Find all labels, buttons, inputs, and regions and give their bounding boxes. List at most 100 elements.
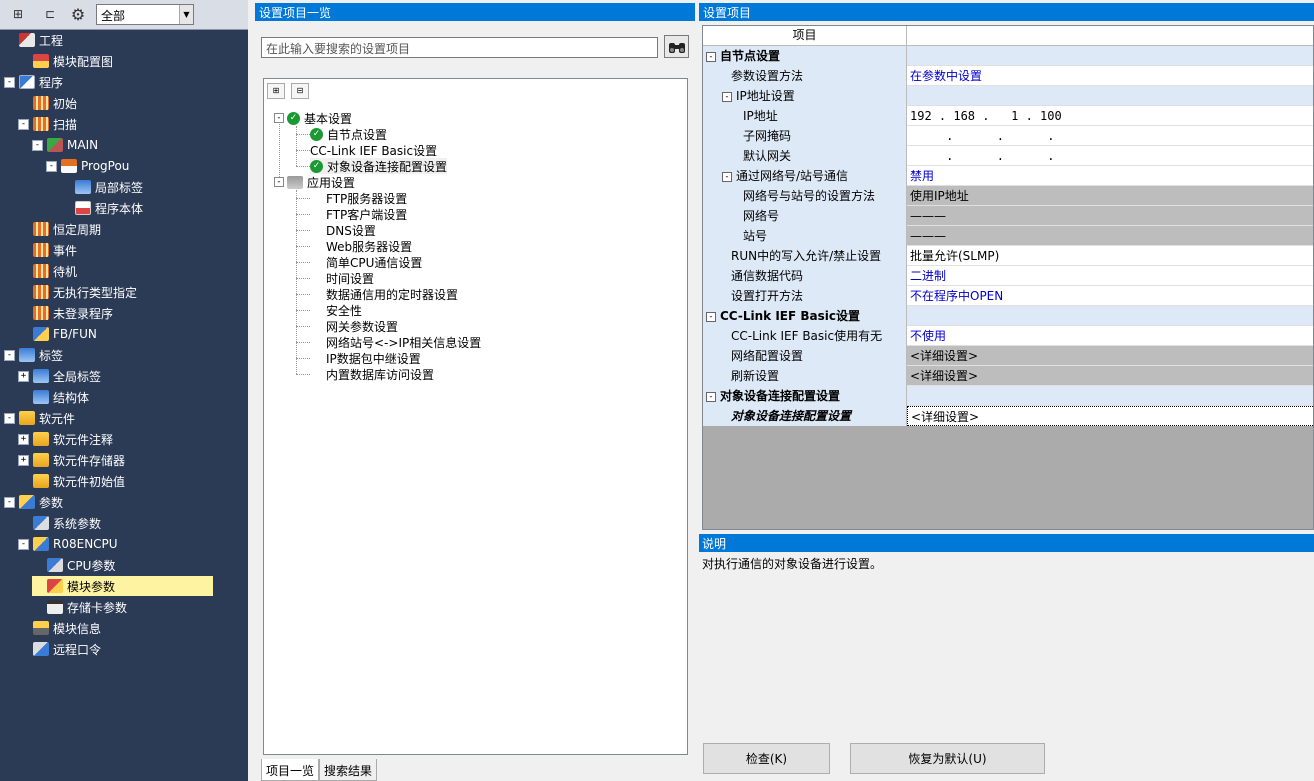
- expand-collapse-icon[interactable]: ⊞: [6, 3, 30, 25]
- expand-all-icon[interactable]: ⊞: [267, 83, 285, 99]
- setting-row[interactable]: 网络号与站号的设置方法 使用IP地址: [703, 186, 1313, 206]
- tree-node-app-child[interactable]: FTP服务器设置: [326, 190, 407, 206]
- search-button[interactable]: [664, 35, 689, 58]
- tree-node-application-settings[interactable]: - 应用设置: [274, 174, 355, 190]
- setting-value-cell[interactable]: ———: [907, 206, 1313, 226]
- setting-value-cell[interactable]: [907, 306, 1313, 326]
- filter-dropdown[interactable]: 全部 ▼: [96, 4, 194, 25]
- nav-item[interactable]: CPU参数: [32, 555, 115, 575]
- tab-item-list[interactable]: 项目一览: [261, 759, 320, 781]
- setting-value-cell[interactable]: 192 . 168 . 1 . 100: [907, 106, 1313, 126]
- setting-row[interactable]: CC-Link IEF Basic使用有无 不使用: [703, 326, 1313, 346]
- setting-value-cell[interactable]: 二进制: [907, 266, 1313, 286]
- collapse-icon[interactable]: -: [18, 118, 29, 130]
- check-button[interactable]: 检查(K): [703, 743, 830, 774]
- tree-node-app-child[interactable]: 安全性: [326, 302, 362, 318]
- nav-item[interactable]: FB/FUN: [18, 324, 97, 344]
- nav-item[interactable]: - 程序: [4, 72, 63, 92]
- nav-item[interactable]: 程序本体: [60, 198, 143, 218]
- setting-value-cell[interactable]: 使用IP地址: [907, 186, 1313, 206]
- tree-node-app-child[interactable]: DNS设置: [326, 222, 376, 238]
- setting-row[interactable]: 对象设备连接配置设置 <详细设置>: [703, 406, 1313, 426]
- setting-row[interactable]: RUN中的写入允许/禁止设置 批量允许(SLMP): [703, 246, 1313, 266]
- nav-item[interactable]: + 软元件存储器: [18, 450, 125, 470]
- tree-node-app-child[interactable]: FTP客户端设置: [326, 206, 407, 222]
- collapse-icon[interactable]: -: [4, 349, 15, 361]
- collapse-icon[interactable]: -: [722, 91, 732, 102]
- setting-value-cell[interactable]: 不使用: [907, 326, 1313, 346]
- setting-row[interactable]: 设置打开方法 不在程序中OPEN: [703, 286, 1313, 306]
- nav-item[interactable]: - ProgPou: [46, 156, 129, 176]
- restore-default-button[interactable]: 恢复为默认(U): [850, 743, 1045, 774]
- collapse-icon[interactable]: -: [18, 538, 29, 550]
- nav-item[interactable]: + 全局标签: [18, 366, 101, 386]
- setting-row[interactable]: - 对象设备连接配置设置: [703, 386, 1313, 406]
- setting-value-cell[interactable]: 批量允许(SLMP): [907, 246, 1313, 266]
- tree-node-app-child[interactable]: IP数据包中继设置: [326, 350, 421, 366]
- nav-item[interactable]: 存储卡参数: [32, 597, 127, 617]
- setting-value-cell[interactable]: <详细设置>: [907, 366, 1313, 386]
- setting-value-cell[interactable]: 在参数中设置: [907, 66, 1313, 86]
- collapse-icon[interactable]: -: [706, 391, 716, 402]
- nav-item[interactable]: 初始: [18, 93, 77, 113]
- setting-row[interactable]: 网络号 ———: [703, 206, 1313, 226]
- setting-row[interactable]: - IP地址设置: [703, 86, 1313, 106]
- collapse-all-icon[interactable]: ⊟: [291, 83, 309, 99]
- tree-node-app-child[interactable]: 内置数据库访问设置: [326, 366, 434, 382]
- setting-value-cell[interactable]: 禁用: [907, 166, 1313, 186]
- tree-node-app-child[interactable]: Web服务器设置: [326, 238, 412, 254]
- setting-value-cell[interactable]: . . .: [907, 126, 1313, 146]
- setting-row[interactable]: IP地址 192 . 168 . 1 . 100: [703, 106, 1313, 126]
- nav-item[interactable]: 无执行类型指定: [18, 282, 137, 302]
- collapse-icon[interactable]: -: [4, 412, 15, 424]
- collapse-icon[interactable]: -: [706, 51, 716, 62]
- tree-node-app-child[interactable]: 数据通信用的定时器设置: [326, 286, 458, 302]
- nav-item[interactable]: 模块参数: [32, 576, 213, 596]
- expand-icon[interactable]: +: [18, 370, 29, 382]
- nav-item[interactable]: 未登录程序: [18, 303, 113, 323]
- nav-item[interactable]: 模块信息: [18, 618, 101, 638]
- setting-value-cell[interactable]: [907, 86, 1313, 106]
- nav-item[interactable]: 模块配置图: [18, 51, 113, 71]
- setting-row[interactable]: 通信数据代码 二进制: [703, 266, 1313, 286]
- tree-node-basic-child[interactable]: ✓ 对象设备连接配置设置: [310, 158, 448, 174]
- collapse-icon[interactable]: -: [274, 177, 284, 187]
- collapse-icon[interactable]: -: [722, 171, 732, 182]
- setting-value-cell[interactable]: . . .: [907, 146, 1313, 166]
- expand-icon[interactable]: +: [18, 454, 29, 466]
- setting-row[interactable]: 网络配置设置 <详细设置>: [703, 346, 1313, 366]
- tree-node-app-child[interactable]: 时间设置: [326, 270, 374, 286]
- collapse-icon[interactable]: -: [274, 113, 284, 123]
- nav-item[interactable]: - MAIN: [32, 135, 98, 155]
- setting-row[interactable]: 刷新设置 <详细设置>: [703, 366, 1313, 386]
- setting-row[interactable]: - 自节点设置: [703, 46, 1313, 66]
- setting-value-cell[interactable]: [907, 46, 1313, 66]
- nav-item[interactable]: 待机: [18, 261, 77, 281]
- tree-node-app-child[interactable]: 网络站号<->IP相关信息设置: [326, 334, 481, 350]
- tree-node-basic-settings[interactable]: - ✓ 基本设置: [274, 110, 352, 126]
- setting-value-cell[interactable]: ———: [907, 226, 1313, 246]
- tree-node-basic-child[interactable]: CC-Link IEF Basic设置: [310, 142, 437, 158]
- nav-item[interactable]: 局部标签: [60, 177, 143, 197]
- nav-item[interactable]: 系统参数: [18, 513, 101, 533]
- setting-value-cell[interactable]: [907, 386, 1313, 406]
- setting-row[interactable]: 站号 ———: [703, 226, 1313, 246]
- tree-node-app-child[interactable]: 简单CPU通信设置: [326, 254, 422, 270]
- collapse-icon[interactable]: -: [32, 139, 43, 151]
- tab-search-results[interactable]: 搜索结果: [319, 759, 378, 781]
- setting-value-cell[interactable]: 不在程序中OPEN: [907, 286, 1313, 306]
- nav-item[interactable]: 工程: [4, 30, 63, 50]
- collapse-icon[interactable]: -: [4, 76, 15, 88]
- setting-value-cell[interactable]: <详细设置>: [907, 406, 1313, 426]
- nav-item[interactable]: - R08ENCPU: [18, 534, 118, 554]
- search-input[interactable]: 在此输入要搜索的设置项目: [261, 37, 658, 58]
- chevron-down-icon[interactable]: ▼: [179, 5, 193, 24]
- nav-item[interactable]: - 软元件: [4, 408, 75, 428]
- expand-icon[interactable]: +: [18, 433, 29, 445]
- collapse-icon[interactable]: -: [46, 160, 57, 172]
- setting-row[interactable]: 参数设置方法 在参数中设置: [703, 66, 1313, 86]
- nav-item[interactable]: 事件: [18, 240, 77, 260]
- setting-row[interactable]: - 通过网络号/站号通信 禁用: [703, 166, 1313, 186]
- nav-item[interactable]: - 扫描: [18, 114, 77, 134]
- setting-value-cell[interactable]: <详细设置>: [907, 346, 1313, 366]
